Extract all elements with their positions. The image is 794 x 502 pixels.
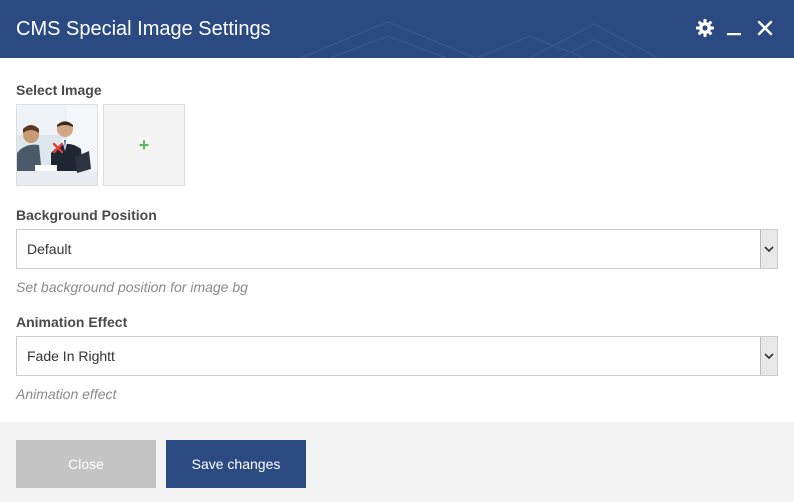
gear-icon[interactable] <box>694 17 716 39</box>
add-image-button[interactable]: + <box>103 104 185 186</box>
close-button[interactable]: Close <box>16 440 156 488</box>
animation-effect-label: Animation Effect <box>16 314 128 330</box>
animation-effect-select[interactable]: Fade In Rightt <box>16 336 778 376</box>
animation-effect-help: Animation effect <box>16 386 117 402</box>
dialog-title: CMS Special Image Settings <box>16 18 271 40</box>
dialog-header: CMS Special Image Settings <box>0 0 794 58</box>
chevron-down-icon[interactable] <box>760 230 777 268</box>
minimize-icon[interactable] <box>723 17 745 39</box>
selected-image-thumbnail[interactable] <box>16 104 98 186</box>
background-position-select[interactable]: Default <box>16 229 778 269</box>
business-meeting-image <box>17 105 97 185</box>
background-position-label: Background Position <box>16 207 157 223</box>
cms-special-image-settings-dialog: CMS Special Image Settings Select Image … <box>0 0 794 502</box>
background-position-value: Default <box>27 241 72 257</box>
select-image-label: Select Image <box>16 82 102 98</box>
save-changes-button[interactable]: Save changes <box>166 440 306 488</box>
dialog-footer: Close Save changes <box>0 422 794 502</box>
close-icon[interactable] <box>754 17 776 39</box>
background-position-help: Set background position for image bg <box>16 279 248 295</box>
animation-effect-value: Fade In Rightt <box>27 348 115 364</box>
plus-icon: + <box>138 135 150 155</box>
chevron-down-icon[interactable] <box>760 337 777 375</box>
